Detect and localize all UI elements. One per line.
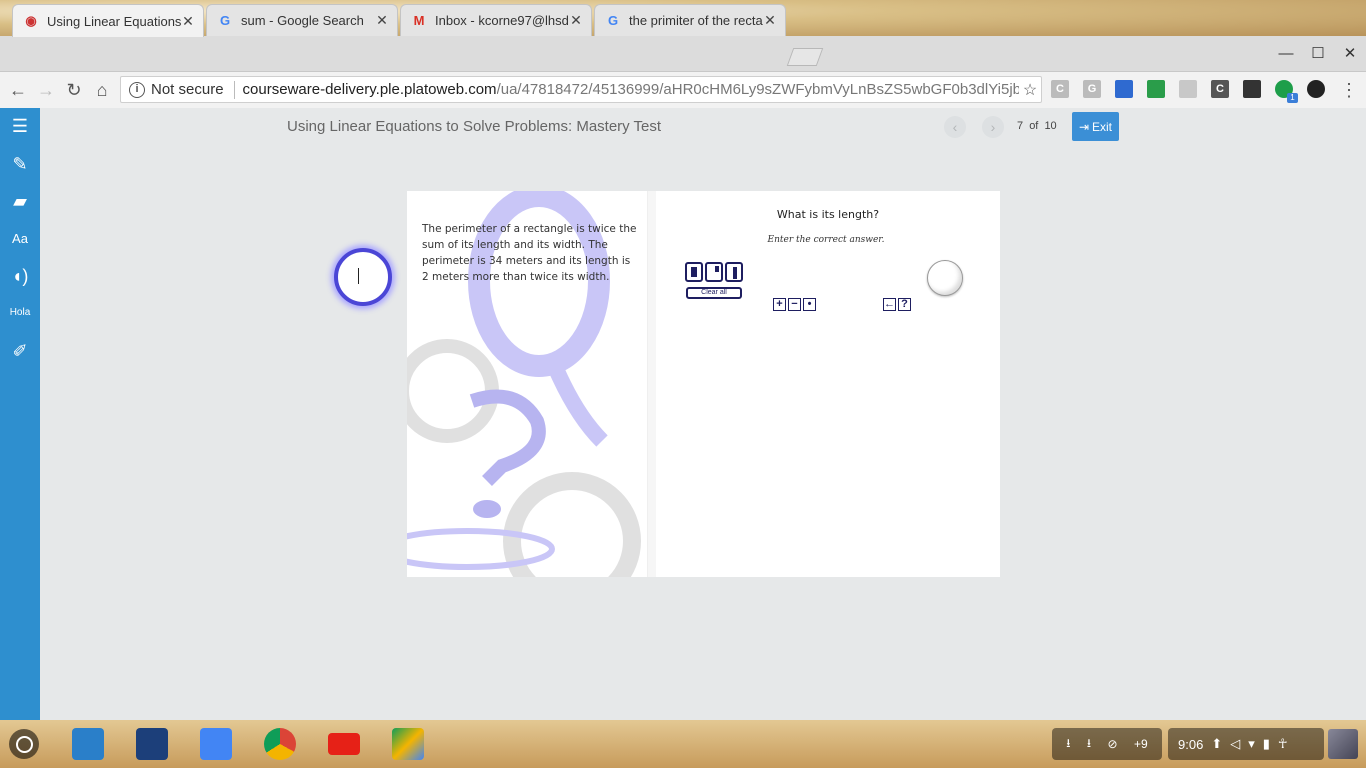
tab-primiter-search[interactable]: G the primiter of the rectan ✕ [594,4,786,36]
reload-icon[interactable]: ↻ [62,78,86,102]
chrome-menu-icon[interactable]: ⋮ [1337,78,1361,102]
user-avatar[interactable] [1328,729,1358,759]
clear-all-button[interactable]: Clear all [686,287,742,299]
tab-title: Inbox - kcorne97@lhsd.k [435,13,569,28]
tab-gmail-inbox[interactable]: M Inbox - kcorne97@lhsd.k ✕ [400,4,592,36]
exit-icon: ⇥ [1078,119,1090,134]
tools-sidebar: ☰ ✎ ▰ Aa ◖) Hola ✐ [0,108,40,720]
download-icon: ⭳ [1066,735,1071,750]
extension-folder-icon[interactable] [1115,80,1133,98]
tab-title: Using Linear Equations t [47,13,181,29]
answer-pane: What is its length? Enter the correct an… [656,191,1000,577]
tab-title: sum - Google Search [241,13,364,28]
close-tab-icon[interactable]: ✕ [375,12,389,29]
extension-cards-icon[interactable] [1179,80,1197,98]
exponent-template-button[interactable] [705,262,723,282]
problem-text: The perimeter of a rectangle is twice th… [422,223,637,283]
download-icon: ⭳ [1086,735,1092,750]
close-tab-icon[interactable]: ✕ [181,13,195,30]
fraction-template-button[interactable] [685,262,703,282]
notification-tray[interactable]: ⭳ ⭳ ⊘ +9 [1052,728,1162,760]
no-network-icon: ⊘ [1107,737,1118,751]
youtube-app-icon[interactable] [328,733,360,755]
plato-favicon-icon: ◉ [25,13,37,28]
divider [233,80,235,99]
back-arrow-icon[interactable]: ← [6,78,30,102]
backspace-button[interactable]: ← [883,298,896,311]
mute-icon: ◁ [1230,736,1241,751]
exit-button[interactable]: ⇥ Exit [1072,112,1119,141]
close-tab-icon[interactable]: ✕ [569,12,583,29]
previous-page-button[interactable]: ‹ [944,116,966,138]
page-of-label: of [1029,120,1039,132]
security-label: Not secure [151,81,224,98]
wifi-icon: ▾ [1248,736,1255,751]
mixed-number-template-button[interactable] [725,262,743,282]
notepad-icon[interactable]: ✎ [6,150,34,178]
gmail-favicon-icon: M [413,13,425,28]
dot-button[interactable]: • [803,298,816,311]
next-page-button[interactable]: › [982,116,1004,138]
bookmark-star-icon[interactable]: ☆ [1019,80,1041,100]
page-title: Using Linear Equations to Solve Problems… [287,118,662,135]
google-favicon-icon: G [219,13,231,28]
answer-input[interactable] [334,248,392,306]
extension-dark-circle-icon[interactable] [1307,80,1325,98]
google-favicon-icon: G [607,13,619,28]
extension-badge: 1 [1287,93,1298,103]
tray-count: +9 [1134,737,1148,751]
answer-status-circle[interactable] [927,260,963,296]
instruction-text: Enter the correct answer. [767,235,885,245]
sync-icon: ⬆ [1211,736,1223,751]
url-host: courseware-delivery.ple.platoweb.com [242,81,497,98]
page-counter: 7 of 10 [1017,120,1057,132]
extension-c-dark-icon[interactable]: C [1211,80,1229,98]
page-current: 7 [1017,120,1024,132]
pane-divider [647,191,656,577]
question-prompt: What is its length? [776,208,880,221]
readworks-app-icon[interactable] [136,728,168,760]
status-area[interactable]: 9:06 ⬆ ◁ ▾ ▮ ☥ [1168,728,1324,760]
extension-g-icon[interactable]: G [1083,80,1101,98]
tab-title: the primiter of the rectan [629,13,763,28]
minus-button[interactable]: − [788,298,801,311]
help-button[interactable]: ? [898,298,911,311]
text-to-speech-icon[interactable]: ◖) [6,262,34,290]
text-caret [358,268,359,284]
folder-icon[interactable]: ▰ [6,187,34,215]
google-docs-app-icon[interactable] [200,728,232,760]
close-window-icon[interactable]: ✕ [1340,44,1360,64]
tab-using-linear-equations[interactable]: ◉ Using Linear Equations t ✕ [12,4,204,37]
tab-google-search[interactable]: G sum - Google Search ✕ [206,4,398,36]
page-total: 10 [1044,120,1057,132]
translate-hola-icon[interactable]: Hola [6,299,34,327]
maximize-icon[interactable]: ☐ [1308,44,1328,64]
address-bar[interactable]: i Not secure courseware-delivery.ple.pla… [120,76,1042,103]
google-classroom-icon[interactable] [1147,80,1165,98]
extension-c-icon[interactable]: C [1051,80,1069,98]
launcher-button[interactable] [9,729,39,759]
app-header [40,108,1366,146]
dictionary-icon[interactable]: Aa [6,225,34,253]
typingclub-app-icon[interactable] [72,728,104,760]
google-drive-app-icon[interactable] [392,728,424,760]
list-menu-icon[interactable]: ☰ [6,112,34,140]
highlighter-icon[interactable]: ✐ [6,337,34,365]
battery-icon: ▮ [1262,736,1270,751]
plus-button[interactable]: + [773,298,786,311]
qr-code-icon[interactable] [1243,80,1261,98]
question-card: The perimeter of a rectangle is twice th… [407,191,1000,577]
chrome-app-icon[interactable] [264,728,296,760]
home-icon[interactable]: ⌂ [90,78,114,102]
close-tab-icon[interactable]: ✕ [763,12,777,29]
accessibility-icon: ☥ [1277,736,1288,751]
url-path: /ua/47818472/45136999/aHR0cHM6Ly9sZWFybm… [496,81,1019,98]
info-icon[interactable]: i [129,81,145,98]
problem-pane: The perimeter of a rectangle is twice th… [407,191,647,577]
exit-label: Exit [1092,119,1113,134]
forward-arrow-icon[interactable]: → [34,78,58,102]
clock-time: 9:06 [1178,736,1204,752]
tab-strip [0,36,1366,72]
minimize-icon[interactable]: — [1276,44,1296,64]
